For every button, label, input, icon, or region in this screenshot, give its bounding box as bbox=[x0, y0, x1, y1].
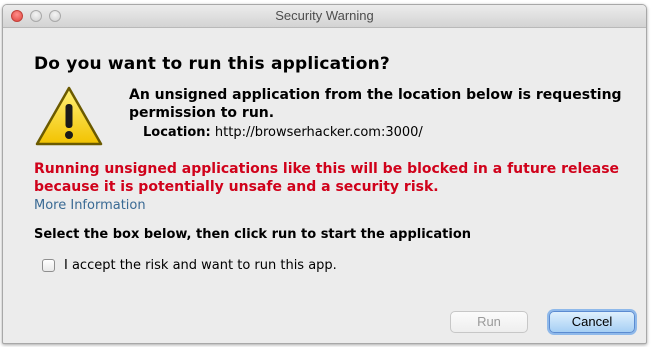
instruction-text: Select the box below, then click run to … bbox=[34, 227, 472, 242]
security-warning-dialog: Security Warning Do you want to run this… bbox=[2, 4, 647, 344]
close-window-icon[interactable] bbox=[11, 10, 23, 22]
accept-risk-option[interactable]: I accept the risk and want to run this a… bbox=[42, 258, 337, 273]
cancel-button[interactable]: Cancel bbox=[549, 311, 635, 333]
accept-risk-label[interactable]: I accept the risk and want to run this a… bbox=[64, 258, 337, 273]
window-title: Security Warning bbox=[275, 8, 374, 23]
run-button[interactable]: Run bbox=[450, 311, 528, 333]
warning-triangle-icon bbox=[35, 86, 103, 146]
zoom-window-icon bbox=[49, 10, 61, 22]
title-bar[interactable]: Security Warning bbox=[3, 5, 646, 28]
window-controls bbox=[11, 10, 61, 22]
dialog-heading: Do you want to run this application? bbox=[34, 54, 390, 74]
accept-risk-checkbox[interactable] bbox=[42, 259, 55, 272]
location-row: Location: http://browserhacker.com:3000/ bbox=[143, 125, 423, 140]
permission-message: An unsigned application from the locatio… bbox=[129, 87, 622, 121]
minimize-window-icon bbox=[30, 10, 42, 22]
more-information-link[interactable]: More Information bbox=[34, 198, 146, 213]
security-risk-warning: Running unsigned applications like this … bbox=[34, 161, 620, 195]
location-value: http://browserhacker.com:3000/ bbox=[214, 125, 423, 140]
location-label: Location: bbox=[143, 125, 211, 140]
